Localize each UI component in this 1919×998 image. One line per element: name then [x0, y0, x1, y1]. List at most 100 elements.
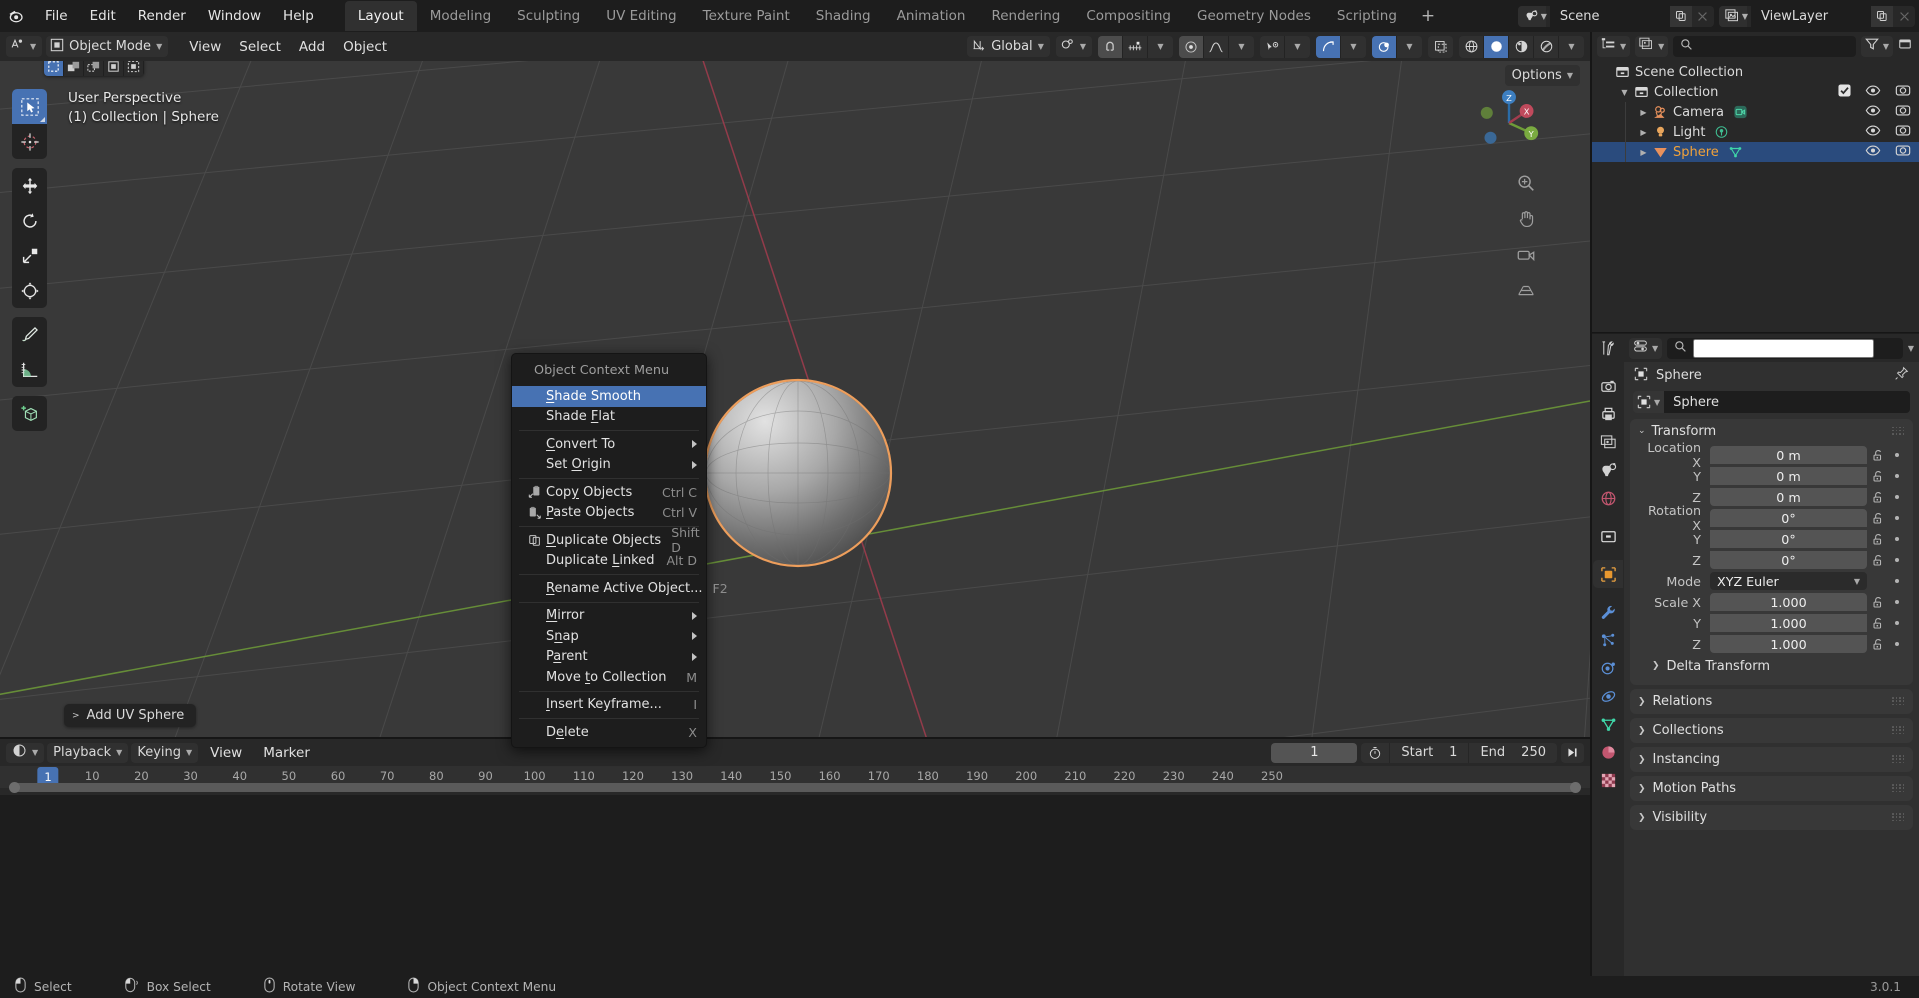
- chevron-down-icon[interactable]: ▼: [1908, 344, 1914, 353]
- select-mode-set-select[interactable]: [44, 61, 64, 76]
- proportional-edit-icon[interactable]: [1179, 35, 1204, 58]
- menu-item-mirror[interactable]: Mirror: [512, 606, 706, 627]
- outliner-display-mode[interactable]: ▼: [1597, 35, 1631, 57]
- playback-popover[interactable]: Playback ▼: [47, 742, 129, 763]
- chevron-down-icon[interactable]: ▼: [1229, 36, 1254, 58]
- overlays-icon[interactable]: [1316, 35, 1341, 58]
- panel-motion-paths[interactable]: ❯ Motion Paths: [1630, 776, 1913, 801]
- menu-item-copy-objects[interactable]: Copy Objects Ctrl C: [512, 482, 706, 503]
- add-workspace-button[interactable]: +: [1410, 3, 1446, 29]
- light-data-icon[interactable]: [1714, 125, 1729, 139]
- properties-tab-world[interactable]: [1593, 484, 1623, 512]
- lock-icon[interactable]: [1867, 533, 1889, 546]
- transform-row-value[interactable]: 0 m: [1710, 446, 1867, 464]
- shading-solid-icon[interactable]: [1484, 35, 1509, 58]
- properties-editor-type[interactable]: ▼: [1629, 337, 1663, 359]
- topbar-menu-edit[interactable]: Edit: [79, 4, 127, 28]
- animate-property-dot[interactable]: [1889, 558, 1905, 562]
- rotate-tool[interactable]: [12, 203, 47, 238]
- workspace-tab-texture-paint[interactable]: Texture Paint: [690, 1, 803, 31]
- disclosure-triangle-icon[interactable]: ▼: [1617, 88, 1632, 97]
- properties-tab-output[interactable]: [1593, 400, 1623, 428]
- outliner-new-collection-icon[interactable]: [1898, 37, 1914, 55]
- disclosure-triangle-icon[interactable]: ▶: [1636, 108, 1651, 117]
- chevron-down-icon[interactable]: ▼: [1742, 12, 1748, 21]
- disable-in-renders-icon[interactable]: [1895, 84, 1911, 101]
- lock-icon[interactable]: [1867, 449, 1889, 462]
- outliner-filter-popover[interactable]: ▼: [1860, 35, 1893, 57]
- scene-selector[interactable]: ▼ Scene: [1517, 5, 1714, 27]
- workspace-tab-geometry-nodes[interactable]: Geometry Nodes: [1184, 1, 1324, 31]
- falloff-curve-icon[interactable]: [1204, 35, 1229, 58]
- outliner-row-camera[interactable]: ▶ Camera: [1592, 102, 1919, 122]
- viewport-menu-view[interactable]: View: [180, 36, 230, 58]
- properties-search-input[interactable]: [1693, 338, 1875, 358]
- workspace-tab-shading[interactable]: Shading: [803, 1, 884, 31]
- cursor-tool[interactable]: [12, 124, 47, 159]
- menu-item-delete[interactable]: Delete X: [512, 722, 706, 743]
- properties-tab-modifiers[interactable]: [1593, 598, 1623, 626]
- menu-item-set-origin[interactable]: Set Origin: [512, 455, 706, 476]
- properties-tab-particles[interactable]: [1593, 626, 1623, 654]
- scale-row-value[interactable]: 1.000: [1710, 635, 1867, 653]
- menu-item-duplicate-linked[interactable]: Duplicate Linked Alt D: [512, 551, 706, 572]
- interaction-mode-selector[interactable]: Object Mode ▼: [46, 36, 169, 57]
- transform-row-value[interactable]: 0 m: [1710, 467, 1867, 485]
- 3d-viewport[interactable]: Options ▼ User Perspective (1) Collectio…: [0, 61, 1590, 739]
- tweak-tool[interactable]: [12, 89, 47, 124]
- timeline-horizontal-scrollbar[interactable]: [9, 782, 1581, 793]
- frame-start-field[interactable]: Start 1: [1390, 742, 1470, 763]
- outliner-search-input[interactable]: [1699, 38, 1849, 54]
- chevron-down-icon[interactable]: ▼: [1285, 36, 1310, 58]
- menu-item-shade-flat[interactable]: Shade Flat: [512, 407, 706, 428]
- chevron-down-icon[interactable]: ▼: [1341, 36, 1366, 58]
- properties-tab-render[interactable]: [1593, 372, 1623, 400]
- select-mode-subtract-select[interactable]: [84, 61, 104, 76]
- mesh-data-icon[interactable]: [1728, 145, 1743, 159]
- animate-property-dot[interactable]: [1889, 579, 1905, 583]
- viewport-menu-select[interactable]: Select: [230, 36, 290, 58]
- properties-search[interactable]: [1667, 337, 1903, 359]
- animate-property-dot[interactable]: [1889, 537, 1905, 541]
- transform-orientation-selector[interactable]: Global ▼: [967, 36, 1050, 57]
- menu-item-parent[interactable]: Parent: [512, 647, 706, 668]
- viewport-menu-add[interactable]: Add: [290, 36, 334, 58]
- scale-row-value[interactable]: 1.000: [1710, 614, 1867, 632]
- viewport-menu-object[interactable]: Object: [334, 36, 396, 58]
- blender-logo-icon[interactable]: [0, 0, 34, 32]
- unlink-scene-button[interactable]: [1691, 5, 1714, 27]
- viewlayer-selector[interactable]: ▼ ViewLayer: [1718, 5, 1915, 27]
- navigation-gizmo[interactable]: Z Y X: [1472, 86, 1546, 160]
- xray-toggle-icon[interactable]: [1372, 35, 1397, 58]
- outliner-filter-id[interactable]: ▼: [1635, 35, 1669, 57]
- animate-property-dot[interactable]: [1889, 600, 1905, 604]
- camera-view-icon[interactable]: [1514, 243, 1538, 267]
- shading-wireframe-icon[interactable]: [1459, 35, 1484, 58]
- viewlayer-name[interactable]: ViewLayer: [1751, 5, 1871, 27]
- measure-tool[interactable]: [12, 352, 47, 387]
- panel-relations[interactable]: ❯ Relations: [1630, 689, 1913, 714]
- menu-item-move-to-collection[interactable]: Move to Collection M: [512, 667, 706, 688]
- select-mode-extend-select[interactable]: [64, 61, 84, 76]
- animate-property-dot[interactable]: [1889, 453, 1905, 457]
- chevron-down-icon[interactable]: ▼: [1397, 36, 1422, 58]
- outliner-row-scene-collection[interactable]: Scene Collection: [1592, 62, 1919, 82]
- topbar-menu-help[interactable]: Help: [272, 4, 325, 28]
- lock-icon[interactable]: [1867, 491, 1889, 504]
- shading-material-preview-icon[interactable]: [1509, 35, 1534, 58]
- menu-item-snap[interactable]: Snap: [512, 626, 706, 647]
- lock-icon[interactable]: [1867, 617, 1889, 630]
- animate-property-dot[interactable]: [1889, 495, 1905, 499]
- properties-tab-view-layer[interactable]: [1593, 428, 1623, 456]
- shading-rendered-icon[interactable]: [1534, 35, 1559, 58]
- transform-row-value[interactable]: 0°: [1710, 509, 1867, 527]
- transform-tool[interactable]: [12, 273, 47, 308]
- workspace-tab-compositing[interactable]: Compositing: [1073, 1, 1184, 31]
- properties-tab-object-data[interactable]: [1593, 710, 1623, 738]
- workspace-tab-sculpting[interactable]: Sculpting: [504, 1, 593, 31]
- topbar-menu-file[interactable]: File: [34, 4, 79, 28]
- outliner-row-collection[interactable]: ▼ Collection: [1592, 82, 1919, 102]
- rotation-mode-value[interactable]: XYZ Euler ▼: [1710, 572, 1867, 590]
- snap-increment-icon[interactable]: [1123, 35, 1148, 58]
- animate-property-dot[interactable]: [1889, 621, 1905, 625]
